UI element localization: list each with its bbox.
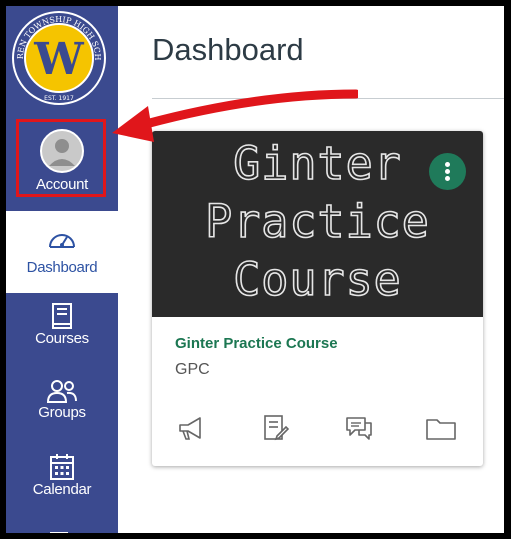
course-code: GPC [175,361,210,378]
avatar-icon [40,129,84,173]
screenshot-frame: WARREN TOWNSHIP HIGH SCHOOL W EST. 1917 … [0,0,511,539]
global-nav-sidebar: WARREN TOWNSHIP HIGH SCHOOL W EST. 1917 … [6,6,118,533]
people-icon [46,380,77,403]
sidebar-item-label: Calendar [32,481,92,498]
course-card-actions [152,411,483,451]
hero-line: Practice [204,194,430,249]
course-card[interactable]: Ginter Practice Course Ginter Practice C… [152,131,483,466]
sidebar-item-dashboard[interactable]: Dashboard [6,211,118,293]
course-card-hero[interactable]: Ginter Practice Course [152,131,483,317]
discussions-icon[interactable] [342,411,376,445]
course-name-link[interactable]: Ginter Practice Course [175,335,338,352]
hero-line: Course [232,252,402,307]
inbox-icon[interactable] [50,532,68,533]
files-icon[interactable] [424,411,458,445]
kebab-menu-icon[interactable] [429,153,466,190]
logo-letter: W [33,34,84,85]
sidebar-item-account[interactable]: Account [6,118,118,198]
book-icon [52,303,72,329]
sidebar-item-label: Groups [38,404,86,421]
announcements-icon[interactable] [174,411,208,445]
school-seal-logo[interactable]: WARREN TOWNSHIP HIGH SCHOOL W EST. 1917 [9,8,109,108]
sidebar-item-groups[interactable]: Groups [6,378,118,438]
assignments-icon[interactable] [258,411,292,445]
sidebar-item-label: Dashboard [26,259,98,276]
logo-text-bottom: EST. 1917 [44,95,74,102]
speedometer-icon [49,234,75,248]
page-title: Dashboard [152,32,304,67]
sidebar-item-courses[interactable]: Courses [6,302,118,362]
sidebar-item-calendar[interactable]: Calendar [6,453,118,513]
sidebar-item-label: Courses [35,330,89,347]
sidebar-item-label: Account [35,176,89,193]
red-annotation-arrow [112,89,358,142]
calendar-icon [50,454,74,480]
